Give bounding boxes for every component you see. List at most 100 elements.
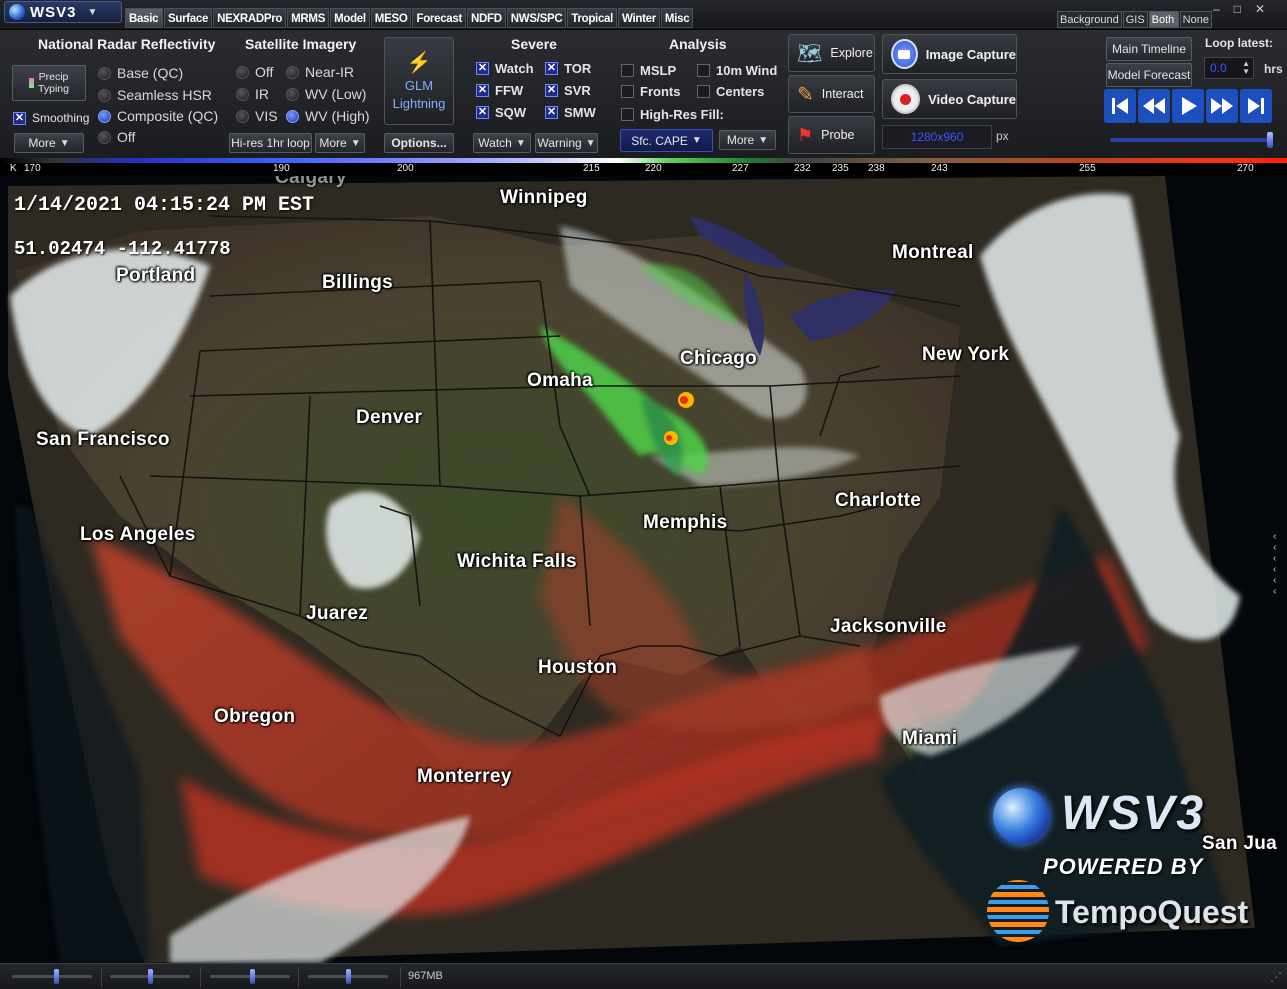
fill-select[interactable]: Sfc. CAPE ▼ bbox=[620, 129, 713, 152]
step-back-button[interactable] bbox=[1138, 89, 1170, 128]
slider-knob[interactable] bbox=[148, 969, 153, 984]
satellite-radio-off[interactable]: Off bbox=[236, 64, 273, 80]
tempoquest-orb-icon bbox=[987, 880, 1049, 942]
weather-map[interactable]: 1/14/2021 04:15:24 PM EST 51.02474 -112.… bbox=[0, 176, 1287, 963]
severe-checkbox-tor[interactable]: ✕ TOR bbox=[545, 61, 591, 76]
view-tab-gis[interactable]: GIS bbox=[1122, 11, 1148, 28]
resize-grip-icon[interactable]: ⋰ bbox=[1270, 970, 1282, 984]
analysis-checkbox-fronts[interactable]: Fronts bbox=[621, 84, 680, 99]
colorbar-tick: 227 bbox=[732, 163, 749, 174]
app-menu-button[interactable]: WSV3 ▼ bbox=[4, 1, 122, 23]
view-tab-none[interactable]: None bbox=[1179, 11, 1212, 28]
radar-radio-composite-qc-[interactable]: Composite (QC) bbox=[98, 108, 218, 124]
analysis-title: Analysis bbox=[669, 36, 727, 52]
severe-checkbox-sqw[interactable]: ✕ SQW bbox=[476, 105, 526, 120]
radar-more-button[interactable]: More ▼ bbox=[14, 133, 84, 153]
slider-knob[interactable] bbox=[250, 969, 255, 984]
satellite-radio-wv-low-[interactable]: WV (Low) bbox=[286, 86, 366, 102]
slider-knob[interactable] bbox=[346, 969, 351, 984]
tab-surface[interactable]: Surface bbox=[164, 8, 213, 28]
checkbox-label: Watch bbox=[495, 61, 534, 76]
colorbar-tick: 238 bbox=[868, 163, 885, 174]
analysis-checkbox-10m-wind[interactable]: 10m Wind bbox=[697, 63, 777, 78]
tab-winter[interactable]: Winter bbox=[618, 8, 660, 28]
opacity-slider-2[interactable] bbox=[110, 969, 190, 984]
radio-label: Off bbox=[255, 64, 274, 80]
tab-forecast[interactable]: Forecast bbox=[412, 8, 467, 28]
radar-radio-base-qc-[interactable]: Base (QC) bbox=[98, 65, 183, 81]
glm-lightning-button[interactable]: ⚡ GLM Lightning bbox=[384, 37, 454, 125]
analysis-checkbox-centers[interactable]: Centers bbox=[697, 84, 764, 99]
severe-checkbox-smw[interactable]: ✕ SMW bbox=[545, 105, 596, 120]
timeline-slider-knob[interactable] bbox=[1267, 132, 1273, 148]
loop-latest-input[interactable]: 0.0 ▲ ▼ bbox=[1204, 57, 1254, 79]
maximize-icon[interactable]: □ bbox=[1234, 2, 1241, 16]
city-label-denver: Denver bbox=[356, 407, 423, 428]
opacity-slider-4[interactable] bbox=[308, 969, 388, 984]
explore-button[interactable]: 🗺 Explore bbox=[788, 34, 875, 72]
opacity-slider-3[interactable] bbox=[210, 969, 290, 984]
tab-tropical[interactable]: Tropical bbox=[567, 8, 618, 28]
radar-radio-off[interactable]: Off bbox=[98, 129, 135, 145]
probe-button[interactable]: ⚑ Probe bbox=[788, 116, 875, 154]
glm-options-button[interactable]: Options... bbox=[384, 133, 454, 153]
last-frame-button[interactable] bbox=[1240, 89, 1272, 128]
warning-dropdown[interactable]: Warning ▼ bbox=[535, 133, 598, 153]
tab-misc[interactable]: Misc bbox=[660, 8, 694, 28]
satellite-radio-ir[interactable]: IR bbox=[236, 86, 269, 102]
analysis-checkbox-mslp[interactable]: MSLP bbox=[621, 63, 676, 78]
severe-checkbox-watch[interactable]: ✕ Watch bbox=[476, 61, 534, 76]
divider bbox=[200, 967, 201, 987]
first-frame-button[interactable] bbox=[1104, 89, 1136, 128]
severe-checkbox-svr[interactable]: ✕ SVR bbox=[545, 83, 591, 98]
step-forward-button[interactable] bbox=[1206, 89, 1238, 128]
checkbox-label: 10m Wind bbox=[716, 63, 778, 78]
model-forecast-button[interactable]: Model Forecast bbox=[1106, 63, 1192, 87]
tab-nexradpro[interactable]: NEXRADPro bbox=[213, 8, 287, 28]
radio-dot bbox=[236, 109, 249, 123]
tab-ndfd[interactable]: NDFD bbox=[467, 8, 506, 28]
city-label-juarez: Juarez bbox=[306, 603, 369, 624]
analysis-checkbox-high-res-fill-[interactable]: High-Res Fill: bbox=[621, 107, 724, 122]
lightning-icon: ⚡ bbox=[406, 51, 432, 74]
satellite-radio-near-ir[interactable]: Near-IR bbox=[286, 64, 354, 80]
checkbox-box bbox=[621, 85, 634, 98]
wsv3-logo-text: WSV3 bbox=[1061, 787, 1206, 840]
radio-label: Base (QC) bbox=[117, 65, 184, 81]
radio-label: WV (Low) bbox=[305, 86, 367, 102]
tab-nws-spc[interactable]: NWS/SPC bbox=[506, 8, 567, 28]
hires-loop-button[interactable]: Hi-res 1hr loop bbox=[229, 133, 312, 153]
radar-radio-seamless-hsr[interactable]: Seamless HSR bbox=[98, 87, 212, 103]
opacity-slider-1[interactable] bbox=[12, 969, 92, 984]
minimize-icon[interactable]: – bbox=[1213, 2, 1220, 16]
side-panel-toggle[interactable]: ‹ ‹ ‹ ‹ ‹ ‹ bbox=[1273, 531, 1276, 597]
satellite-more-button[interactable]: More ▼ bbox=[315, 133, 365, 153]
watch-dropdown[interactable]: Watch ▼ bbox=[473, 133, 531, 153]
smoothing-checkbox[interactable]: ✕ Smoothing bbox=[13, 111, 89, 125]
tab-mrms[interactable]: MRMS bbox=[287, 8, 330, 28]
tab-basic[interactable]: Basic bbox=[125, 8, 163, 28]
view-tab-background[interactable]: Background bbox=[1057, 11, 1122, 28]
capture-size-input[interactable]: 1280x960 bbox=[882, 125, 992, 149]
interact-button[interactable]: ✎ Interact bbox=[788, 75, 875, 113]
satellite-radio-wv-high-[interactable]: WV (High) bbox=[286, 108, 370, 124]
analysis-more-button[interactable]: More ▼ bbox=[719, 130, 776, 150]
tab-model[interactable]: Model bbox=[330, 8, 370, 28]
satellite-radio-vis[interactable]: VIS bbox=[236, 108, 278, 124]
caret-down-icon: ▼ bbox=[59, 137, 70, 149]
city-label-portland: Portland bbox=[116, 265, 196, 286]
close-icon[interactable]: ✕ bbox=[1255, 2, 1265, 16]
severe-checkbox-ffw[interactable]: ✕ FFW bbox=[476, 83, 523, 98]
precip-typing-button[interactable]: Precip Typing bbox=[12, 65, 86, 101]
spinner-icon[interactable]: ▲ ▼ bbox=[1242, 60, 1250, 76]
video-capture-button[interactable]: Video Capture bbox=[882, 79, 1017, 119]
main-timeline-button[interactable]: Main Timeline bbox=[1106, 37, 1192, 61]
view-tab-both[interactable]: Both bbox=[1148, 11, 1179, 28]
timeline-slider[interactable] bbox=[1110, 132, 1273, 148]
tab-meso[interactable]: MESO bbox=[370, 8, 412, 28]
play-button[interactable] bbox=[1172, 89, 1204, 128]
city-label-new-york: New York bbox=[922, 344, 1010, 365]
glm-label: GLM Lightning bbox=[392, 77, 446, 111]
slider-knob[interactable] bbox=[54, 969, 59, 984]
image-capture-button[interactable]: Image Capture bbox=[882, 34, 1017, 74]
